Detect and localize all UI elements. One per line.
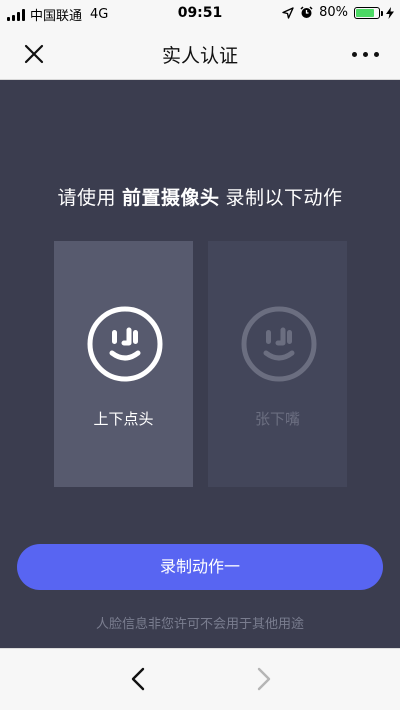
instruction-suffix: 录制以下动作 xyxy=(225,187,343,209)
instruction-highlight: 前置摄像头 xyxy=(121,187,220,209)
more-button[interactable] xyxy=(350,41,382,67)
privacy-note: 人脸信息非您许可不会用于其他用途 xyxy=(95,617,304,632)
action-card-mouth: 张下嘴 xyxy=(208,241,347,487)
more-icon xyxy=(352,52,357,57)
battery-percent: 80% xyxy=(319,5,348,20)
main-content: 请使用 前置摄像头 录制以下动作 上下点头 张下嘴 录制动作一 人脸信息非您许可不会… xyxy=(0,80,400,648)
location-icon xyxy=(282,6,294,19)
instruction-prefix: 请使用 xyxy=(57,187,116,209)
chevron-left-icon xyxy=(131,667,145,691)
action-label-mouth: 张下嘴 xyxy=(254,410,300,428)
record-action-button[interactable]: 录制动作一 xyxy=(17,544,383,590)
battery-fill xyxy=(356,8,374,17)
battery-icon xyxy=(354,6,383,19)
back-button[interactable] xyxy=(126,665,152,693)
forward-button[interactable] xyxy=(250,665,276,693)
status-bar: 中国联通 4G 09:51 80% xyxy=(0,0,400,28)
chevron-right-icon xyxy=(257,667,271,691)
charging-icon xyxy=(386,6,394,19)
face-icon xyxy=(87,306,163,382)
nav-bar: 实人认证 xyxy=(0,28,400,80)
face-icon xyxy=(241,306,317,382)
page-title: 实人认证 xyxy=(161,45,238,67)
alarm-icon xyxy=(300,6,313,18)
action-label-nod: 上下点头 xyxy=(93,410,154,428)
action-card-nod: 上下点头 xyxy=(54,241,193,487)
instruction-text: 请使用 前置摄像头 录制以下动作 xyxy=(0,183,400,210)
bottom-toolbar xyxy=(0,648,400,710)
status-right: 80% xyxy=(282,5,394,20)
